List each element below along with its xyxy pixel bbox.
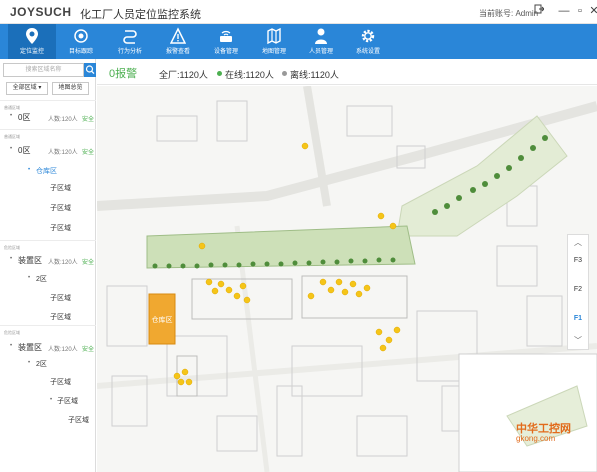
person-icon bbox=[315, 28, 327, 44]
subregion-warehouse[interactable]: 仓库区 bbox=[36, 166, 57, 176]
alarm-count[interactable]: 0报警 bbox=[109, 65, 137, 81]
search-input[interactable]: 搜索区域名称 bbox=[3, 63, 84, 77]
map-canvas[interactable]: 仓库区 bbox=[97, 86, 597, 472]
nav-personnel-management[interactable]: 人员管理 bbox=[297, 24, 345, 59]
region-count: 人数:120人 bbox=[48, 117, 78, 123]
floor-f3-button[interactable]: F3 bbox=[568, 257, 588, 264]
warning-icon bbox=[170, 27, 186, 44]
warehouse-label: 仓库区 bbox=[152, 315, 173, 324]
divider bbox=[0, 240, 96, 241]
status-badge: 安全 bbox=[82, 347, 95, 353]
group-title: 普通区域 bbox=[4, 134, 20, 139]
stats-bar: 0报警 全厂:1120人 在线:1120人 离线:1120人 bbox=[97, 59, 597, 85]
nav-system-settings[interactable]: 系统设置 bbox=[344, 24, 392, 59]
region-name[interactable]: 0区 bbox=[18, 145, 30, 156]
region-count: 人数:120人 bbox=[48, 347, 78, 353]
subregion-item[interactable]: 子区域 bbox=[57, 396, 78, 406]
offline-count: 离线:1120人 bbox=[290, 70, 339, 80]
chevron-down-icon[interactable]: ﹀ bbox=[568, 335, 588, 346]
chevron-up-icon[interactable]: ︿ bbox=[568, 237, 588, 248]
subregion-item[interactable]: 子区域 bbox=[50, 377, 71, 387]
account-label: 当前账号: Admin bbox=[479, 9, 539, 18]
all-regions-select[interactable]: 全部区域 ▾ bbox=[6, 82, 48, 95]
region-name[interactable]: 装置区 bbox=[18, 342, 42, 353]
status-badge: 安全 bbox=[82, 150, 95, 156]
main-nav: 定位监控 目标跟踪 行为分析 报警查看 设备管理 地图管理 人员管理 系统设置 bbox=[0, 24, 597, 59]
gear-icon bbox=[361, 29, 375, 43]
divider bbox=[0, 325, 96, 326]
router-icon bbox=[220, 30, 232, 42]
tree-bullet: • bbox=[10, 343, 13, 349]
search-button[interactable] bbox=[84, 63, 96, 77]
region-count: 人数:120人 bbox=[48, 150, 78, 156]
divider bbox=[0, 129, 96, 130]
map-overview-button[interactable]: 地图总览 bbox=[52, 82, 89, 95]
tree-bullet: • bbox=[28, 360, 31, 366]
region-name[interactable]: 装置区 bbox=[18, 255, 42, 266]
location-pin-icon bbox=[26, 28, 38, 44]
status-badge: 安全 bbox=[82, 117, 95, 123]
subregion-item[interactable]: 子区域 bbox=[50, 293, 71, 303]
subregion-item[interactable]: 子区域 bbox=[50, 203, 71, 213]
target-icon bbox=[74, 29, 88, 43]
nav-location-monitor[interactable]: 定位监控 bbox=[8, 24, 56, 59]
subregion-item[interactable]: 子区域 bbox=[50, 223, 71, 233]
region-name[interactable]: 0区 bbox=[18, 112, 30, 123]
group-title: 危险区域 bbox=[4, 245, 20, 250]
tree-bullet: • bbox=[10, 113, 13, 119]
online-count: 在线:1120人 bbox=[225, 70, 274, 80]
map-icon bbox=[267, 27, 281, 45]
logout-icon[interactable] bbox=[531, 3, 547, 19]
group-title: 危险区域 bbox=[4, 330, 20, 335]
minimize-icon[interactable]: — bbox=[556, 3, 572, 19]
subregion-item[interactable]: 子区域 bbox=[50, 312, 71, 322]
nav-behavior-analysis[interactable]: 行为分析 bbox=[106, 24, 154, 59]
subregion-item[interactable]: 子区域 bbox=[50, 183, 71, 193]
status-badge: 安全 bbox=[82, 260, 95, 266]
nav-map-management[interactable]: 地图管理 bbox=[250, 24, 298, 59]
region-sidebar: 搜索区域名称 全部区域 ▾ 地图总览 普通区域 • 0区 人数:120人 安全 … bbox=[0, 59, 96, 472]
floor-f2-button[interactable]: F2 bbox=[568, 286, 588, 293]
tree-bullet: • bbox=[10, 256, 13, 262]
total-count: 全厂:1120人 bbox=[159, 70, 208, 80]
app-title: 化工厂人员定位监控系统 bbox=[80, 9, 201, 21]
search-icon bbox=[85, 65, 95, 75]
region-count: 人数:120人 bbox=[48, 260, 78, 266]
route-icon bbox=[123, 30, 137, 44]
tree-bullet: • bbox=[50, 397, 53, 403]
title-bar: JOYSUCH 化工厂人员定位监控系统 当前账号: Admin — ▫ ✕ bbox=[0, 0, 597, 24]
group-title: 普通区域 bbox=[4, 105, 20, 110]
offline-dot bbox=[282, 71, 287, 76]
tree-bullet: • bbox=[28, 275, 31, 281]
floor-f1-button[interactable]: F1 bbox=[568, 315, 588, 322]
online-dot bbox=[217, 71, 222, 76]
nav-alarm-view[interactable]: 报警查看 bbox=[154, 24, 202, 59]
divider bbox=[0, 100, 96, 101]
tree-bullet: • bbox=[10, 146, 13, 152]
nav-target-tracking[interactable]: 目标跟踪 bbox=[57, 24, 105, 59]
nav-device-management[interactable]: 设备管理 bbox=[202, 24, 250, 59]
subregion-item[interactable]: 2区 bbox=[36, 274, 47, 284]
plant-map[interactable]: 仓库区 bbox=[97, 86, 597, 472]
subregion-item[interactable]: 2区 bbox=[36, 359, 47, 369]
floor-selector: ︿ F3 F2 F1 ﹀ bbox=[567, 234, 589, 350]
brand-logo: JOYSUCH bbox=[10, 5, 72, 19]
close-icon[interactable]: ✕ bbox=[586, 3, 597, 19]
tree-bullet: • bbox=[28, 167, 31, 173]
subregion-item[interactable]: 子区域 bbox=[68, 415, 89, 425]
watermark-url: gkong.com bbox=[516, 434, 556, 443]
